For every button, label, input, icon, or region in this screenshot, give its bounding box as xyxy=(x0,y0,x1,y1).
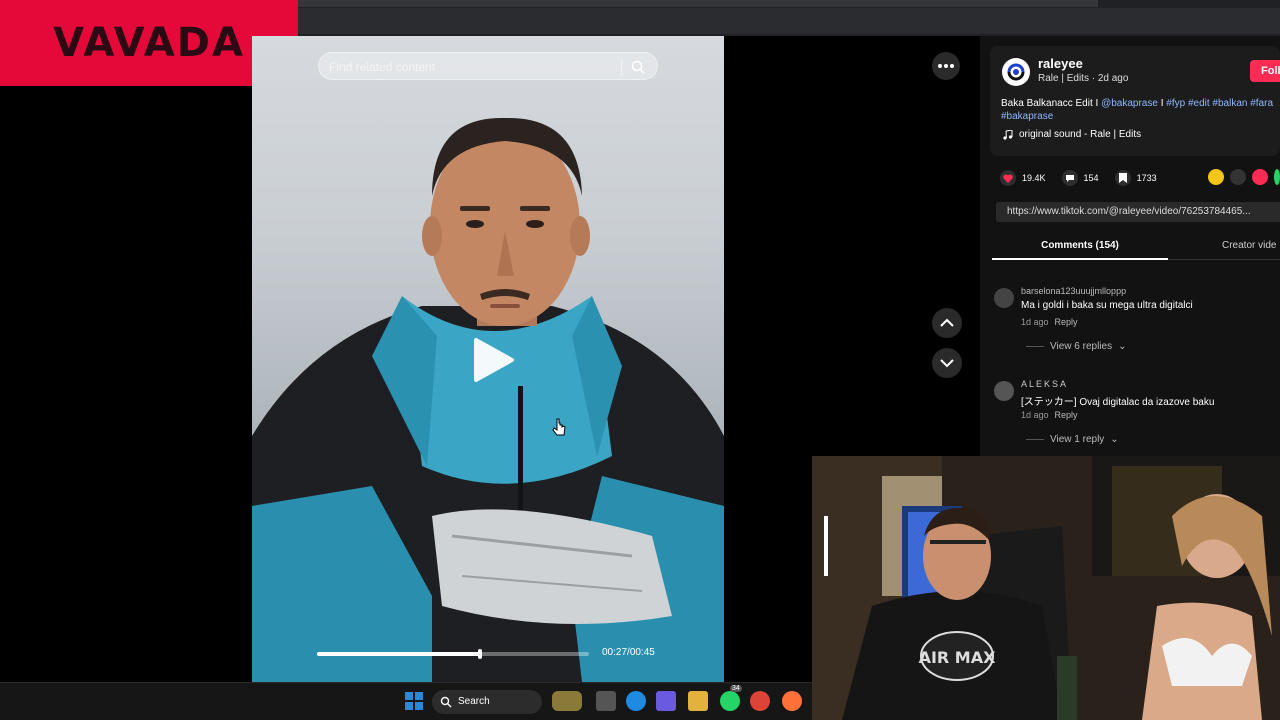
author-subtitle: Rale | Edits · 2d ago xyxy=(1038,73,1129,84)
search-divider xyxy=(621,59,622,75)
search-icon[interactable] xyxy=(630,59,646,75)
taskbar-search[interactable]: Search xyxy=(432,690,542,714)
like-count: 19.4K xyxy=(1022,173,1046,183)
more-options-button[interactable] xyxy=(932,52,960,80)
comment-reply-button[interactable]: Reply xyxy=(1055,317,1078,327)
author-avatar-logo-icon xyxy=(1003,59,1029,85)
description-separator: I xyxy=(1157,98,1167,109)
original-sound-link[interactable]: original sound - Rale | Edits xyxy=(1003,129,1141,140)
music-note-icon xyxy=(1003,129,1013,140)
copilot-icon[interactable] xyxy=(656,691,676,711)
engagement-stats: 19.4K 154 1733 xyxy=(1000,168,1173,188)
chevron-down-icon: ⌄ xyxy=(1110,434,1119,445)
search-icon xyxy=(440,696,452,708)
video-info-panel: raleyee Rale | Edits · 2d ago Follow Bak… xyxy=(980,36,1280,456)
webcam-overlay: AIR MAX xyxy=(812,456,1280,720)
taskbar: Search 34 xyxy=(0,682,812,720)
video-link-field[interactable]: https://www.tiktok.com/@raleyee/video/76… xyxy=(996,202,1280,222)
video-player[interactable]: 00:27/00:45 xyxy=(252,36,724,682)
panel-tabs: Comments (154) Creator vide xyxy=(992,236,1280,260)
play-icon[interactable] xyxy=(472,336,516,384)
view-replies-button[interactable]: View 6 replies ⌄ xyxy=(1026,341,1126,352)
comment-count: 154 xyxy=(1083,173,1099,183)
widgets-icon[interactable] xyxy=(552,691,582,711)
comment-age: 1d ago xyxy=(1021,410,1049,420)
comment-text: Ma i goldi i baka su mega ultra digitalc… xyxy=(1021,300,1193,311)
view-replies-button[interactable]: View 1 reply ⌄ xyxy=(1026,434,1119,445)
comment-text: [ステッカー] Ovaj digitalac da izazove baku xyxy=(1021,397,1215,408)
bookmark-icon xyxy=(1114,170,1131,186)
related-content-search-input[interactable] xyxy=(329,57,609,77)
comment-username[interactable]: ALEKSA xyxy=(1021,379,1068,389)
embed-code-icon[interactable] xyxy=(1230,169,1246,185)
whatsapp-badge: 34 xyxy=(730,685,742,692)
tab-comments[interactable]: Comments (154) xyxy=(992,240,1168,260)
comment-username[interactable]: barselona123uuujjmlloppp xyxy=(1021,286,1126,296)
sound-label: original sound - Rale | Edits xyxy=(1019,129,1142,140)
shirt-print-text: AIR MAX xyxy=(919,648,997,667)
author-avatar[interactable] xyxy=(1002,58,1030,86)
share-whatsapp-icon[interactable] xyxy=(1274,169,1280,185)
comment-meta: 1d ago Reply xyxy=(1021,410,1078,420)
browser-address-bar[interactable] xyxy=(298,8,1280,34)
author-name[interactable]: raleyee xyxy=(1038,56,1083,71)
screen: VAVADA Find related content 00:27/00:45 … xyxy=(0,0,1280,720)
share-gold-icon[interactable] xyxy=(1208,169,1224,185)
chevron-down-icon: ⌄ xyxy=(1118,341,1127,352)
video-timecode: 00:27/00:45 xyxy=(602,647,655,658)
description-hashtag-line2[interactable]: #bakaprase xyxy=(1001,111,1053,122)
view-replies-label: View 6 replies xyxy=(1050,341,1113,352)
chrome-icon[interactable] xyxy=(750,691,770,711)
follow-button[interactable]: Follow xyxy=(1250,60,1280,82)
comment-avatar[interactable] xyxy=(994,381,1014,401)
mouse-pointer-icon xyxy=(552,418,566,436)
comment-meta: 1d ago Reply xyxy=(1021,317,1078,327)
description-hashtags[interactable]: #fyp #edit #balkan #fara xyxy=(1166,98,1273,109)
description-mention[interactable]: @bakaprase xyxy=(1101,98,1158,109)
heart-icon xyxy=(1000,170,1016,186)
share-red-icon[interactable] xyxy=(1252,169,1268,185)
comment-button[interactable]: 154 xyxy=(1061,170,1099,186)
view-replies-label: View 1 reply xyxy=(1050,434,1105,445)
firefox-icon[interactable] xyxy=(782,691,802,711)
windows-start-icon[interactable] xyxy=(404,691,424,711)
tab-creator-videos[interactable]: Creator vide xyxy=(1222,240,1276,251)
video-progress-handle[interactable] xyxy=(478,649,483,659)
video-progress-bar[interactable] xyxy=(317,649,589,659)
comment-age: 1d ago xyxy=(1021,317,1049,327)
time-current: 00:27 xyxy=(602,647,628,658)
more-dots-icon xyxy=(938,64,954,68)
edge-icon[interactable] xyxy=(626,691,646,711)
comment-avatar[interactable] xyxy=(994,288,1014,308)
taskbar-search-label: Search xyxy=(458,696,490,707)
next-video-button[interactable] xyxy=(932,348,962,378)
time-total: 00:45 xyxy=(629,647,655,658)
chevron-down-icon xyxy=(940,359,954,368)
video-progress-fill xyxy=(317,652,481,656)
webcam-scene: AIR MAX xyxy=(812,456,1280,720)
video-description: Baka Balkanacc Edit I @bakaprase I #fyp … xyxy=(1001,97,1280,123)
chevron-up-icon xyxy=(940,318,954,327)
whatsapp-icon[interactable]: 34 xyxy=(720,685,742,711)
browser-tab-strip[interactable] xyxy=(298,0,1098,7)
file-explorer-icon[interactable] xyxy=(688,691,708,711)
task-view-icon[interactable] xyxy=(596,691,616,711)
like-button[interactable]: 19.4K xyxy=(1000,170,1046,186)
description-text: Baka Balkanacc Edit I xyxy=(1001,98,1102,109)
comment-bubble-icon xyxy=(1061,170,1078,186)
brand-logo-text: VAVADA xyxy=(53,20,245,66)
save-button[interactable]: 1733 xyxy=(1114,170,1157,186)
comment-reply-button[interactable]: Reply xyxy=(1055,410,1078,420)
save-count: 1733 xyxy=(1136,173,1157,183)
related-content-search[interactable] xyxy=(318,52,658,80)
share-icons xyxy=(1208,169,1280,185)
previous-video-button[interactable] xyxy=(932,308,962,338)
